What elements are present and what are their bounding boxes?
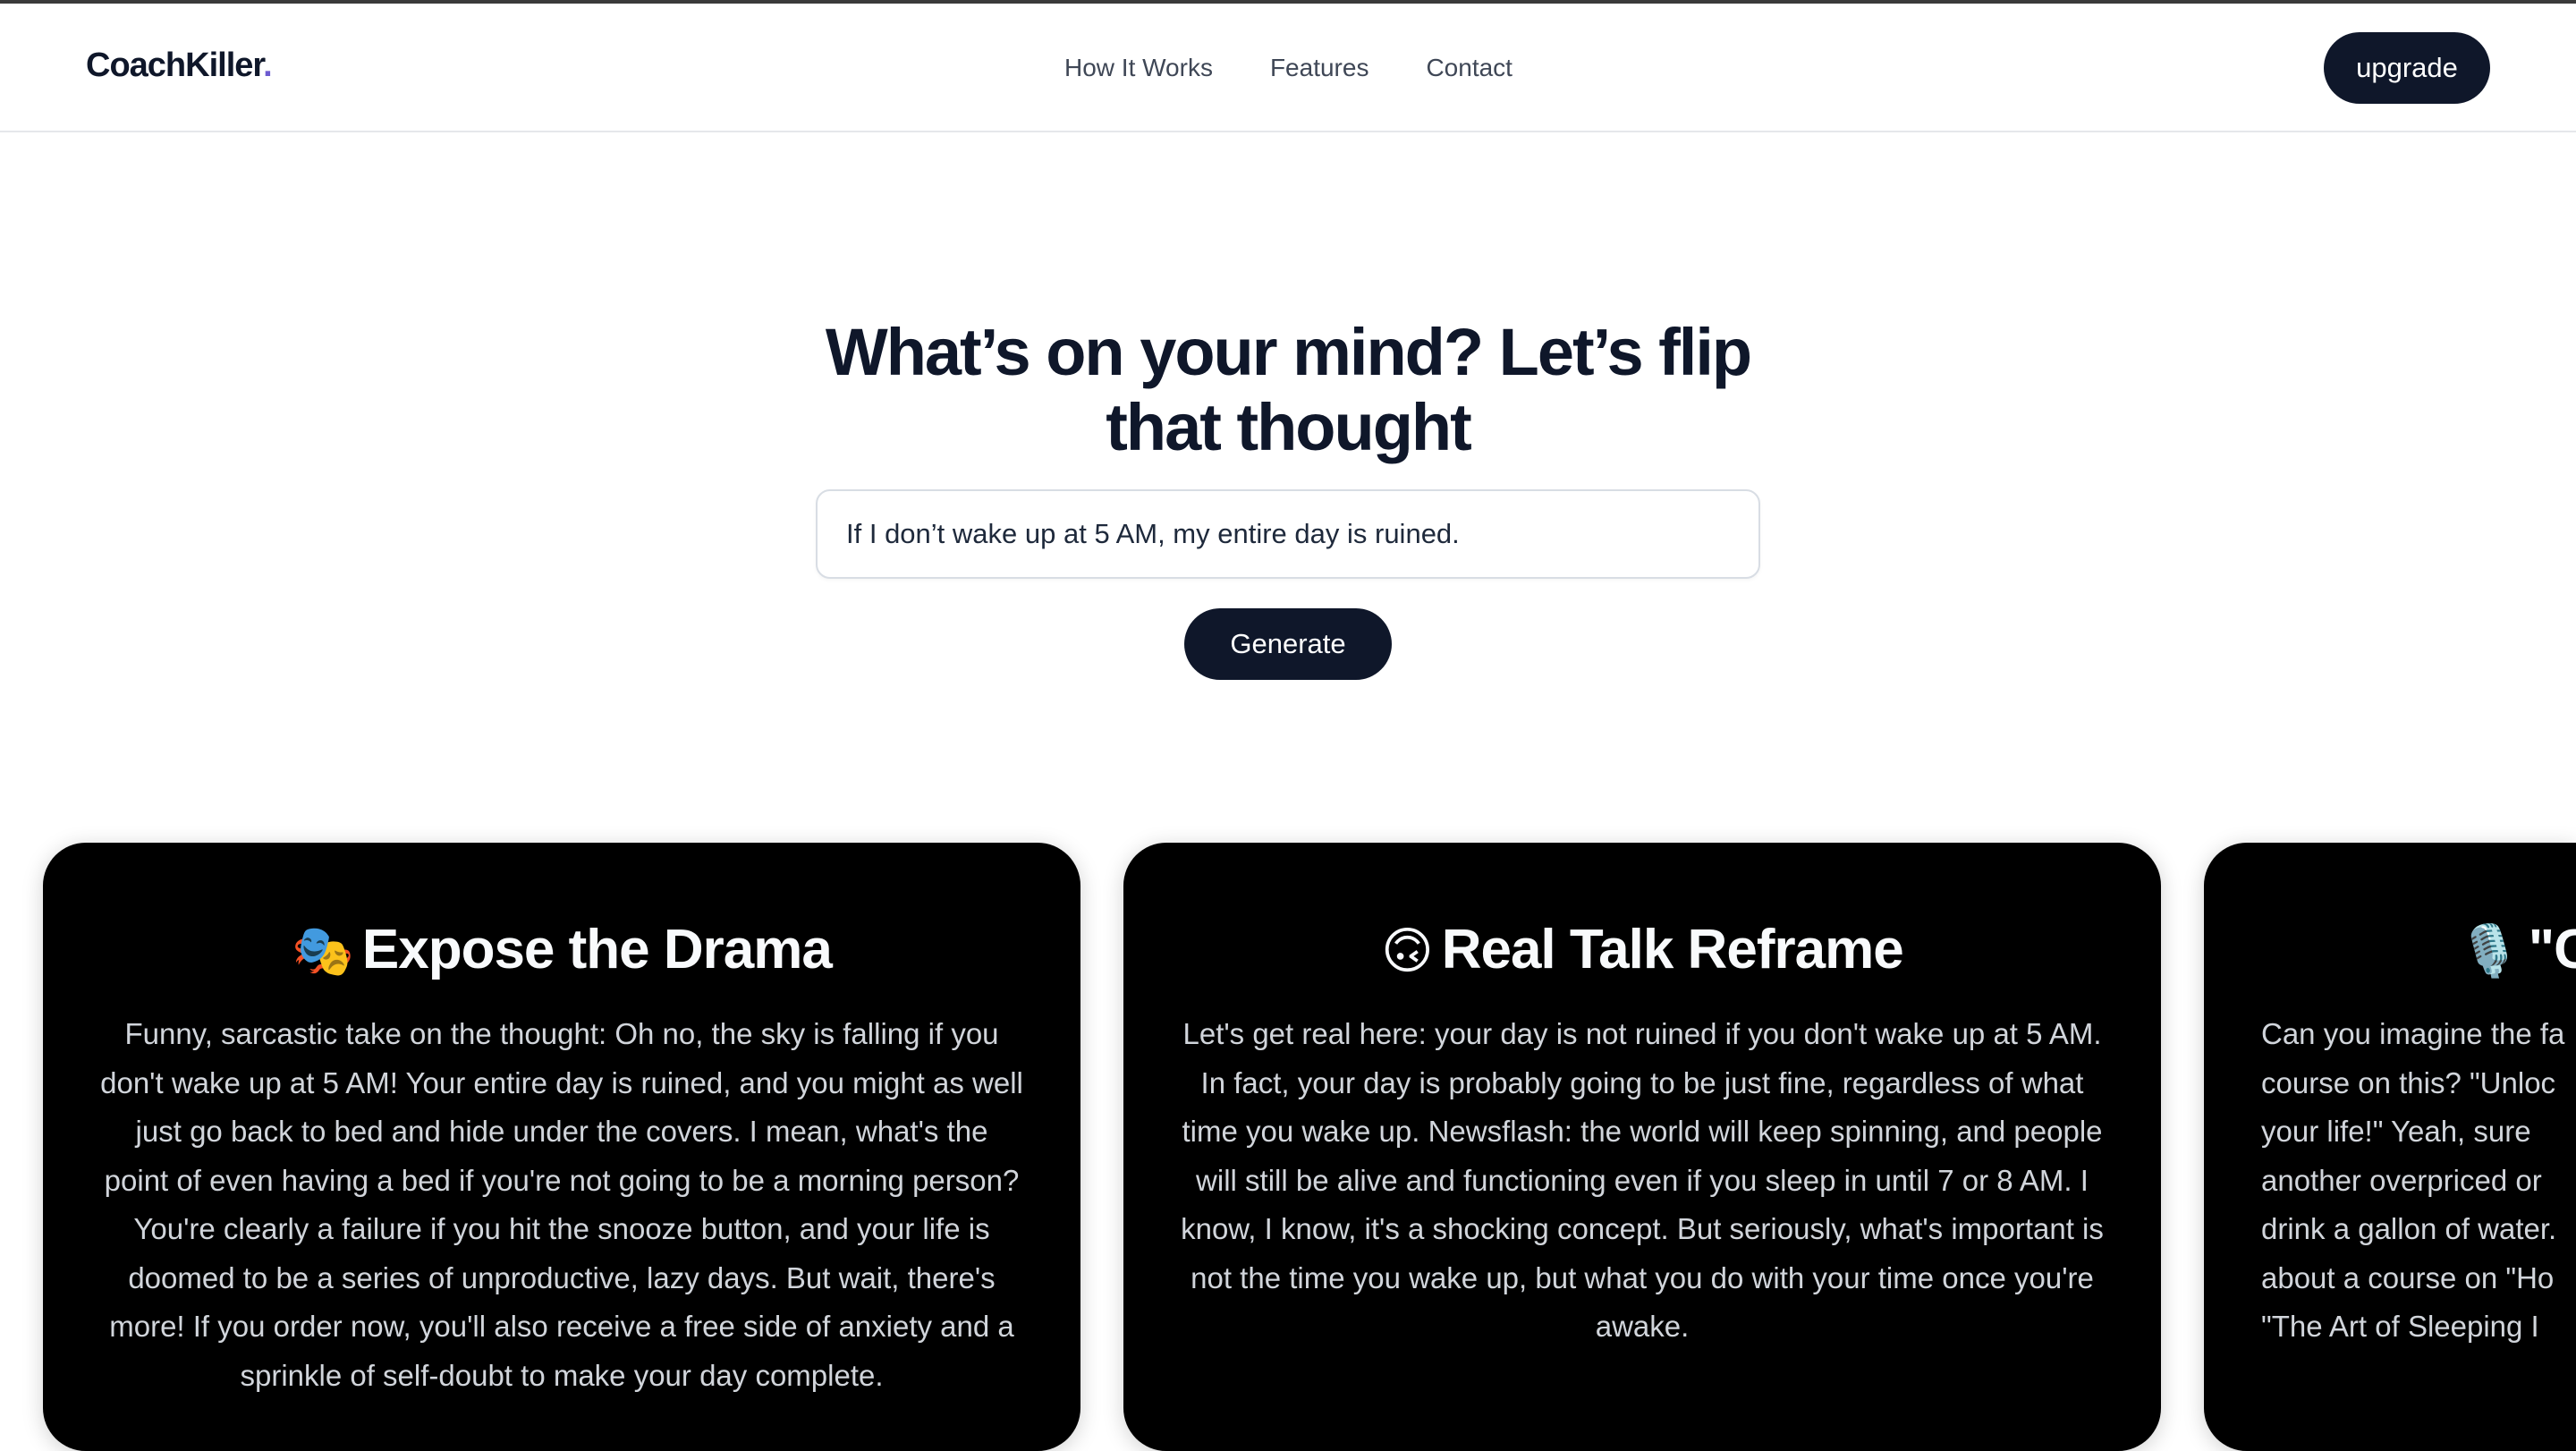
microphone-icon: 🎙️: [2458, 922, 2521, 979]
top-navbar: CoachKiller. How It Works Features Conta…: [0, 4, 2576, 132]
thought-input[interactable]: [816, 489, 1760, 579]
card-real-talk-reframe: 🙃 Real Talk Reframe Let's get real here: …: [1123, 843, 2161, 1451]
card-title: 🎙️"Co: [2458, 918, 2576, 981]
upgrade-button[interactable]: upgrade: [2324, 32, 2490, 104]
nav-link-how-it-works[interactable]: How It Works: [1064, 54, 1213, 82]
nav-links: How It Works Features Contact: [1064, 54, 1513, 82]
card-title: 🎭 Expose the Drama: [100, 918, 1023, 981]
card-body: Let's get real here: your day is not rui…: [1181, 1017, 2104, 1343]
brand-dot: .: [263, 47, 273, 84]
brand-name: CoachKiller: [86, 47, 264, 84]
upside-down-face-icon: 🙃: [1381, 922, 1433, 979]
card-title-text: "Co: [2528, 919, 2576, 980]
nav-link-contact[interactable]: Contact: [1426, 54, 1513, 82]
card-expose-the-drama: 🎭 Expose the Drama Funny, sarcastic take …: [43, 843, 1080, 1451]
performing-arts-icon: 🎭: [292, 922, 354, 979]
hero-title: What’s on your mind? Let’s flip that tho…: [825, 315, 1752, 464]
nav-link-features[interactable]: Features: [1270, 54, 1369, 82]
card-body: Funny, sarcastic take on the thought: Oh…: [100, 1017, 1023, 1392]
generate-button[interactable]: Generate: [1184, 608, 1392, 680]
card-body: Can you imagine the fa course on this? "…: [2261, 1017, 2565, 1343]
card-coach-parody: 🎙️"Co Can you imagine the fa course on t…: [2204, 843, 2576, 1451]
brand-logo[interactable]: CoachKiller.: [86, 47, 273, 85]
card-title-text: Expose the Drama: [361, 919, 833, 980]
card-title: 🙃 Real Talk Reframe: [1181, 918, 2104, 981]
card-title-text: Real Talk Reframe: [1441, 919, 1904, 980]
